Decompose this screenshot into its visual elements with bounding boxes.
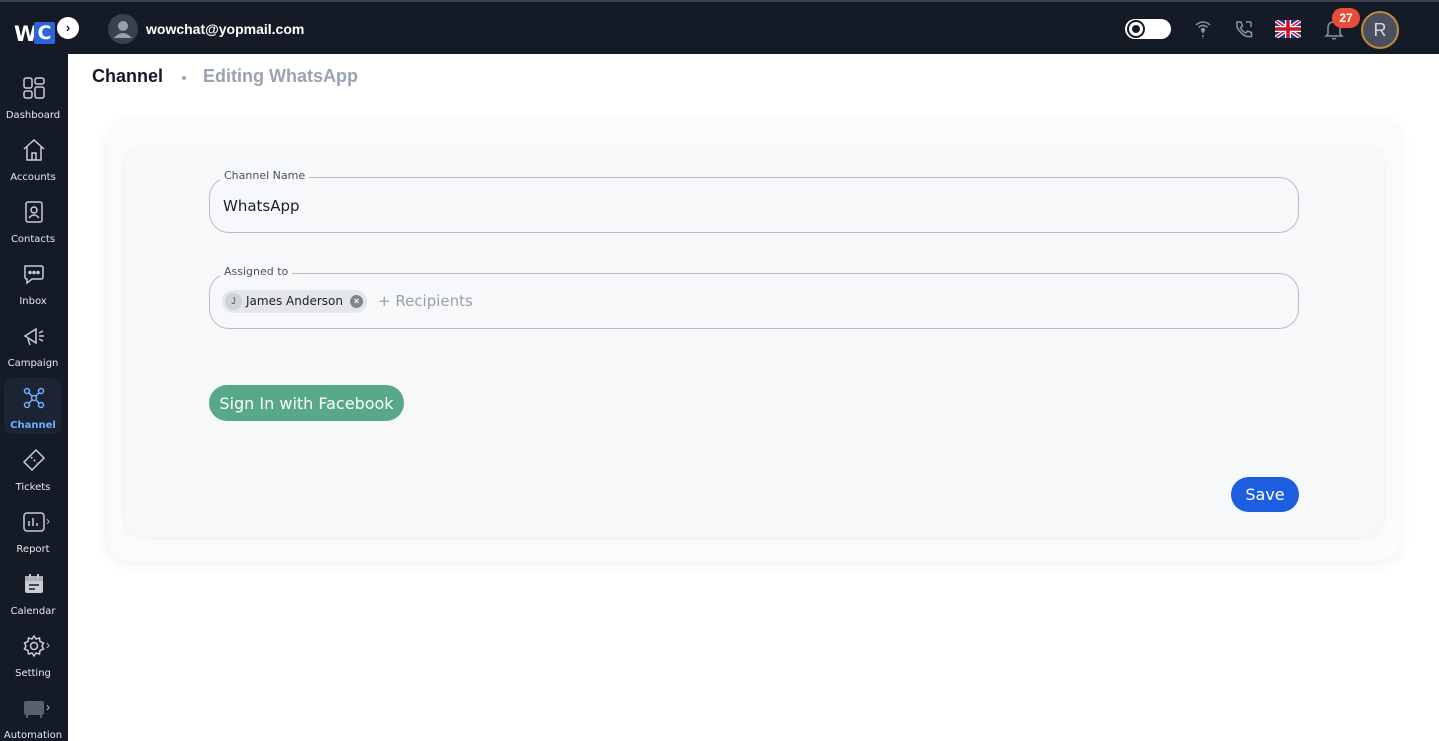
- sidebar-item-calendar[interactable]: Calendar: [4, 564, 62, 620]
- user-avatar-icon[interactable]: [108, 14, 138, 44]
- report-icon: [23, 512, 45, 532]
- sidebar-item-label: Tickets: [15, 482, 51, 493]
- recipient-chip[interactable]: J James Anderson ×: [222, 290, 367, 313]
- network-icon: [23, 387, 45, 409]
- profile-avatar[interactable]: R: [1361, 11, 1399, 49]
- breadcrumb-current: Editing WhatsApp: [203, 66, 358, 86]
- sidebar-item-setting[interactable]: › Setting: [4, 626, 62, 682]
- chip-label: James Anderson: [246, 294, 343, 308]
- sidebar-item-contacts[interactable]: Contacts: [4, 192, 62, 248]
- sidebar-item-label: Channel: [10, 420, 56, 431]
- sidebar-item-accounts[interactable]: Accounts: [4, 130, 62, 186]
- logo-w: W: [14, 22, 37, 46]
- recipients-input[interactable]: [378, 292, 778, 310]
- chevron-right-icon: ›: [46, 514, 50, 528]
- chevron-right-icon: ›: [46, 638, 50, 652]
- wowchat-logo[interactable]: W C: [14, 20, 56, 46]
- calendar-icon: [25, 574, 43, 593]
- sidebar-item-dashboard[interactable]: Dashboard: [4, 68, 62, 124]
- theme-toggle[interactable]: [1125, 19, 1171, 39]
- logo-c: C: [34, 22, 55, 44]
- sidebar-item-campaign[interactable]: Campaign: [4, 316, 62, 372]
- megaphone-icon: [23, 327, 44, 346]
- sidebar-item-label: Accounts: [10, 172, 56, 183]
- call-icon[interactable]: [1233, 19, 1255, 41]
- sidebar-item-label: Dashboard: [5, 110, 61, 121]
- chevron-right-icon: ›: [46, 700, 50, 714]
- dashboard-icon: [23, 77, 45, 99]
- automation-icon: [24, 701, 44, 718]
- sidebar: Dashboard Accounts Contacts Inbox Campai…: [0, 54, 68, 741]
- top-bar: W C › wowchat@yopmail.com 27 R: [0, 0, 1439, 54]
- sign-in-facebook-button[interactable]: Sign In with Facebook: [209, 385, 404, 421]
- contacts-icon: [25, 201, 43, 223]
- chat-icon: [24, 265, 44, 285]
- sidebar-item-label: Campaign: [7, 358, 59, 369]
- save-button[interactable]: Save: [1231, 477, 1299, 512]
- sidebar-item-report[interactable]: › Report: [4, 502, 62, 558]
- sidebar-item-label: Setting: [15, 668, 51, 679]
- ticket-icon: [22, 448, 46, 472]
- user-email[interactable]: wowchat@yopmail.com: [146, 21, 304, 37]
- assigned-to-label: Assigned to: [220, 265, 293, 278]
- breadcrumb-channel[interactable]: Channel: [92, 66, 163, 87]
- sidebar-item-label: Contacts: [10, 234, 56, 245]
- notification-badge: 27: [1332, 8, 1360, 28]
- broadcast-icon[interactable]: [1192, 19, 1214, 41]
- sidebar-item-label: Automation: [3, 730, 63, 741]
- sidebar-item-automation[interactable]: › Automation: [4, 688, 62, 741]
- channel-name-value[interactable]: WhatsApp: [223, 197, 300, 215]
- sidebar-item-tickets[interactable]: Tickets: [4, 440, 62, 496]
- theme-toggle-knob: [1129, 22, 1143, 36]
- chip-remove-icon[interactable]: ×: [349, 295, 363, 308]
- uk-flag-icon[interactable]: [1273, 18, 1303, 40]
- sidebar-item-label: Report: [16, 544, 50, 555]
- channel-name-label: Channel Name: [220, 169, 310, 182]
- home-icon: [23, 138, 45, 161]
- sidebar-item-inbox[interactable]: Inbox: [4, 254, 62, 310]
- assigned-to-field[interactable]: Assigned to J James Anderson ×: [209, 265, 1299, 329]
- channel-name-field[interactable]: Channel Name WhatsApp: [209, 169, 1299, 233]
- breadcrumb-separator: [182, 76, 186, 80]
- sidebar-item-channel[interactable]: Channel: [4, 378, 62, 434]
- chip-avatar: J: [225, 293, 242, 310]
- expand-sidebar-button[interactable]: ›: [57, 17, 79, 39]
- sidebar-item-label: Inbox: [19, 296, 47, 307]
- sidebar-item-label: Calendar: [10, 606, 56, 617]
- gear-icon: [23, 634, 45, 658]
